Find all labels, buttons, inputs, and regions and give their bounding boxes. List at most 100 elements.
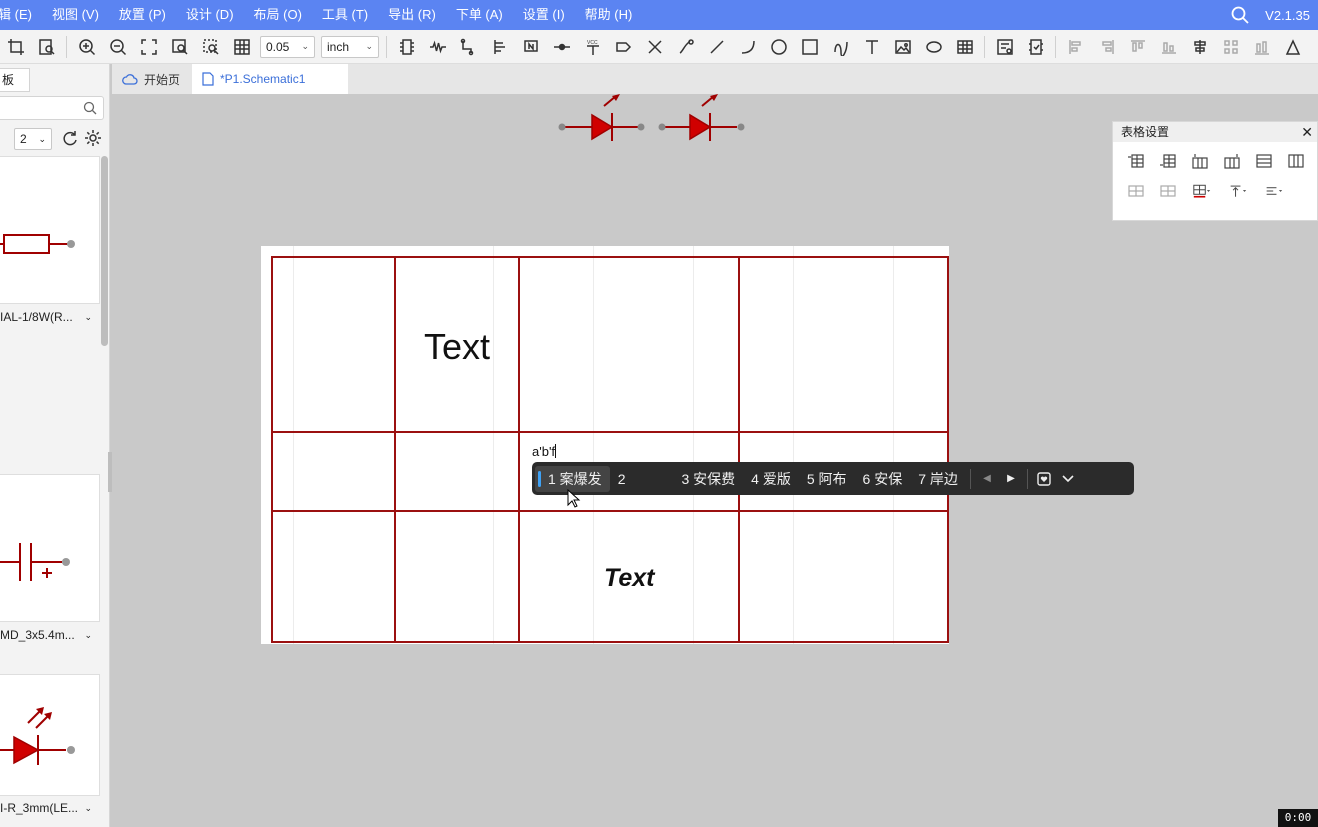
table-settings-row [1113, 180, 1317, 202]
page-select[interactable]: 2 ⌄ [14, 128, 52, 150]
search-input[interactable] [0, 96, 104, 120]
off-page-connector-icon[interactable] [608, 32, 639, 62]
tab-schematic-label: *P1.Schematic1 [220, 72, 306, 86]
toolbar-divider [66, 35, 67, 58]
distribute-horizontal-icon[interactable] [1215, 32, 1246, 62]
ime-candidate-6[interactable]: 6 安保 [855, 466, 911, 492]
insert-row-above-icon[interactable] [1123, 150, 1149, 172]
table-icon[interactable] [949, 32, 980, 62]
resistor-icon[interactable] [422, 32, 453, 62]
line-icon[interactable] [701, 32, 732, 62]
text-icon[interactable] [856, 32, 887, 62]
probe-icon[interactable] [670, 32, 701, 62]
delete-column-icon[interactable] [1283, 150, 1309, 172]
zoom-area-icon[interactable] [164, 32, 195, 62]
align-bottom-icon[interactable] [1153, 32, 1184, 62]
refresh-icon[interactable] [61, 129, 79, 147]
menu-export[interactable]: 导出 (R) [378, 0, 446, 30]
insert-column-left-icon[interactable] [1187, 150, 1213, 172]
bezier-icon[interactable] [825, 32, 856, 62]
net-port-icon[interactable] [546, 32, 577, 62]
ime-favorite-icon[interactable] [1032, 466, 1056, 492]
no-connect-icon[interactable] [639, 32, 670, 62]
align-center-icon[interactable] [1184, 32, 1215, 62]
fit-all-icon[interactable] [133, 32, 164, 62]
menu-place[interactable]: 放置 (P) [109, 0, 176, 30]
grid-size-select[interactable]: 0.05 ⌄ [260, 35, 315, 58]
menu-layout[interactable]: 布局 (O) [244, 0, 312, 30]
image-icon[interactable] [887, 32, 918, 62]
gear-icon[interactable] [84, 129, 102, 147]
merge-cells-icon[interactable] [1123, 180, 1149, 202]
crop-icon[interactable] [0, 32, 31, 62]
border-style-icon[interactable] [1187, 180, 1217, 202]
rotate-icon[interactable] [1277, 32, 1308, 62]
table-cell-text-italic[interactable]: Text [604, 564, 654, 593]
insert-column-right-icon[interactable] [1219, 150, 1245, 172]
ime-expand-icon[interactable] [1056, 466, 1080, 492]
ime-candidate-7[interactable]: 7 岸边 [910, 466, 966, 492]
search-icon[interactable] [1231, 6, 1249, 24]
wire-icon[interactable] [453, 32, 484, 62]
close-icon[interactable]: ✕ [1301, 122, 1313, 142]
unit-select[interactable]: inch ⌄ [321, 35, 379, 58]
zoom-out-icon[interactable] [102, 32, 133, 62]
menu-view[interactable]: 视图 (V) [42, 0, 109, 30]
toolbar: 0.05 ⌄ inch ⌄ VCC [0, 30, 1318, 64]
component-card-capacitor[interactable] [0, 474, 100, 622]
menu-design[interactable]: 设计 (D) [176, 0, 244, 30]
horizontal-align-icon[interactable] [1259, 180, 1289, 202]
ime-candidate-3[interactable]: 3 安保费 [673, 466, 743, 492]
text-cursor [555, 444, 557, 458]
vcc-icon[interactable]: VCC [577, 32, 608, 62]
tab-home[interactable]: 开始页 [112, 64, 192, 94]
tab-schematic[interactable]: *P1.Schematic1 [192, 64, 348, 94]
bus-icon[interactable] [484, 32, 515, 62]
ime-candidate-2[interactable]: 2 [610, 466, 634, 492]
design-check-icon[interactable] [1020, 32, 1051, 62]
table-settings-header: 表格设置 ✕ [1113, 122, 1317, 142]
menu-bar: 辑 (E) 视图 (V) 放置 (P) 设计 (D) 布局 (O) 工具 (T)… [0, 0, 1318, 30]
led-symbols-top[interactable] [552, 94, 752, 144]
component-card-led[interactable] [0, 674, 100, 796]
ime-candidate-1[interactable]: 1 案爆发 [535, 465, 610, 492]
grid-icon[interactable] [226, 32, 257, 62]
panel-tab[interactable]: 板 [0, 68, 30, 92]
arc-icon[interactable] [732, 32, 763, 62]
component-name-select[interactable]: IAL-1/8W(R... ⌄ [0, 306, 100, 328]
ime-candidate-5[interactable]: 5 阿布 [799, 466, 855, 492]
search-icon[interactable] [83, 101, 97, 115]
table-cell-text[interactable]: Text [424, 326, 490, 368]
component-name-select[interactable]: MD_3x5.4m... ⌄ [0, 624, 100, 646]
annotate-icon[interactable] [989, 32, 1020, 62]
align-right-icon[interactable] [1091, 32, 1122, 62]
align-top-icon[interactable] [1122, 32, 1153, 62]
zoom-in-icon[interactable] [71, 32, 102, 62]
ime-prev-icon[interactable]: ◀ [975, 466, 999, 492]
ellipse-icon[interactable] [918, 32, 949, 62]
scrollbar-thumb[interactable] [101, 156, 108, 346]
align-left-icon[interactable] [1060, 32, 1091, 62]
find-in-document-icon[interactable] [31, 32, 62, 62]
led-symbol [0, 707, 75, 765]
ime-next-icon[interactable]: ▶ [999, 466, 1023, 492]
circle-icon[interactable] [763, 32, 794, 62]
split-cells-icon[interactable] [1155, 180, 1181, 202]
ime-candidate-4[interactable]: 4 爱版 [743, 466, 799, 492]
table-cell-input[interactable]: a'b'f [532, 444, 557, 459]
menu-edit[interactable]: 辑 (E) [0, 0, 42, 30]
menu-tools[interactable]: 工具 (T) [312, 0, 378, 30]
rectangle-icon[interactable] [794, 32, 825, 62]
menu-settings[interactable]: 设置 (I) [513, 0, 575, 30]
component-card-resistor[interactable] [0, 156, 100, 304]
delete-row-icon[interactable] [1251, 150, 1277, 172]
distribute-vertical-icon[interactable] [1246, 32, 1277, 62]
menu-help[interactable]: 帮助 (H) [575, 0, 643, 30]
menu-order[interactable]: 下单 (A) [446, 0, 513, 30]
component-name-select[interactable]: I-R_3mm(LE... ⌄ [0, 797, 100, 819]
insert-row-below-icon[interactable] [1155, 150, 1181, 172]
net-label-icon[interactable] [515, 32, 546, 62]
zoom-selection-icon[interactable] [195, 32, 226, 62]
component-icon[interactable] [391, 32, 422, 62]
vertical-align-icon[interactable] [1223, 180, 1253, 202]
